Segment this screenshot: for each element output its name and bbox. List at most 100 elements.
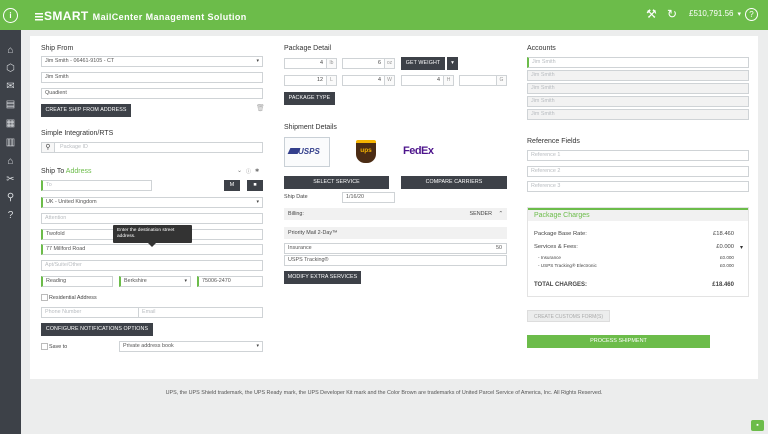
residential-label: Residential Address (49, 295, 97, 301)
weight-lb-field[interactable]: 4 lb (284, 58, 337, 69)
weight-oz-field[interactable]: 6 oz (342, 58, 395, 69)
compare-carriers-button[interactable]: COMPARE CARRIERS (401, 176, 507, 189)
insurance-fee-value: £0.000 (719, 255, 734, 260)
base-rate-row: Package Base Rate: £18.460 (534, 231, 734, 237)
address-m-button[interactable]: M (224, 180, 240, 191)
brand-logo[interactable]: SMART MailCenter Management Solution (35, 9, 247, 23)
package-type-button[interactable]: PACKAGE TYPE (284, 92, 335, 105)
chevron-down-icon: ▾ (737, 11, 742, 18)
tracking-fee-label: - USPS Tracking® Electronic (538, 263, 597, 268)
save-to-checkbox[interactable] (41, 343, 48, 350)
nav-grid-icon[interactable]: ▦ (4, 117, 17, 130)
reference-field-3[interactable]: Reference 3 (527, 181, 749, 192)
width-field[interactable]: 4W (342, 75, 395, 86)
insurance-fee-row: - Insurance £0.000 (538, 255, 734, 260)
attention-field[interactable]: Attention (41, 213, 263, 224)
select-service-button[interactable]: SELECT SERVICE (284, 176, 389, 189)
tools-icon[interactable]: ⚒ (646, 7, 657, 21)
info-small-icon[interactable]: ⓘ (246, 168, 251, 175)
nav-package-icon[interactable]: ⬡ (4, 62, 17, 75)
carrier-usps[interactable]: USPS (284, 137, 330, 167)
account-field-1[interactable]: Jim Smith (527, 57, 749, 68)
girth-field[interactable]: G (459, 75, 507, 86)
modify-extra-services-button[interactable]: MODIFY EXTRA SERVICES (284, 271, 361, 284)
postcode-field[interactable]: 75006-2470 (197, 276, 263, 287)
reference-field-2[interactable]: Reference 2 (527, 166, 749, 177)
width-unit: W (384, 76, 394, 85)
chevron-down-icon: ▾ (451, 60, 454, 66)
chevron-down-icon: ▾ (256, 199, 259, 205)
create-ship-from-button[interactable]: CREATE SHIP FROM ADDRESS (41, 104, 131, 117)
get-weight-dropdown-button[interactable]: ▾ (447, 57, 458, 70)
fees-chevron-down-icon[interactable]: ▾ (740, 244, 743, 251)
accounts-title: Accounts (527, 45, 556, 52)
base-rate-label: Package Base Rate: (534, 231, 587, 237)
base-rate-value: £18.460 (713, 231, 734, 237)
weight-lb-unit: lb (326, 59, 336, 68)
service-row: Priority Mail 2-Day™ (284, 227, 507, 239)
nav-home-icon[interactable]: ⌂ (4, 44, 17, 57)
address-book-value: Private address book (123, 343, 174, 349)
insurance-value: 50 (496, 245, 502, 251)
search-icon[interactable]: ⚲ (41, 142, 55, 153)
account-field-5[interactable]: Jim Smith (527, 109, 749, 120)
account-field-4[interactable]: Jim Smith (527, 96, 749, 107)
footer-trademark-text: UPS, the UPS Shield trademark, the UPS R… (165, 390, 603, 396)
ship-from-account-select[interactable]: Jim Smith - 06461-9105 - CT ▾ (41, 56, 263, 67)
ship-to-name-field[interactable]: To (41, 180, 152, 191)
street2-field[interactable]: Apt/Suite/Other (41, 260, 263, 271)
email-field[interactable]: Email (138, 307, 263, 318)
brand-strong: SMART (44, 9, 89, 23)
residential-checkbox[interactable] (41, 294, 48, 301)
chevron-down-icon: ▾ (256, 343, 259, 349)
nav-mail-icon[interactable]: ✉ (4, 80, 17, 93)
package-id-placeholder: Package ID (60, 144, 88, 150)
process-shipment-button[interactable]: PROCESS SHIPMENT (527, 335, 710, 348)
phone-field[interactable]: Phone Number (41, 307, 152, 318)
reference-field-1[interactable]: Reference 1 (527, 150, 749, 161)
nav-help-icon[interactable]: ? (4, 209, 17, 222)
city-field[interactable]: Reading (41, 276, 113, 287)
carrier-ups[interactable]: UPS (344, 137, 390, 167)
chat-icon[interactable]: ▪ (751, 420, 764, 431)
get-weight-button[interactable]: GET WEIGHT (401, 57, 445, 70)
nav-report-icon[interactable]: ▥ (4, 136, 17, 149)
trash-icon[interactable]: 🗑 (256, 104, 265, 112)
info-icon[interactable]: i (3, 8, 18, 23)
refresh-icon[interactable]: ↻ (667, 7, 677, 21)
settings-icon[interactable]: ✱ (255, 168, 259, 174)
package-id-input[interactable]: Package ID (41, 142, 263, 153)
height-field[interactable]: 4H (401, 75, 454, 86)
fees-value: £0.000 (716, 244, 734, 250)
collapse-icon[interactable]: ⌄ (237, 167, 242, 174)
brand-title: MailCenter Management Solution (92, 12, 247, 22)
nav-building-icon[interactable]: ⌂ (4, 155, 17, 168)
height-value: 4 (437, 77, 440, 83)
nav-list-icon[interactable]: ▤ (4, 98, 17, 111)
address-save-button[interactable]: ■ (247, 180, 263, 191)
length-value: 12 (317, 77, 323, 83)
fees-label: Services & Fees: (534, 244, 578, 250)
length-field[interactable]: 12 L (284, 75, 337, 86)
help-icon[interactable]: ? (745, 8, 758, 21)
insurance-field[interactable]: Insurance 50 (284, 243, 507, 254)
ship-from-name-field[interactable]: Jim Smith (41, 72, 263, 83)
balance-dropdown[interactable]: £510,791.56 ▾ (689, 9, 741, 18)
nav-tools-icon[interactable]: ✂ (4, 173, 17, 186)
address-book-select[interactable]: Private address book ▾ (119, 341, 263, 352)
ship-from-company-field[interactable]: Quadient (41, 88, 263, 99)
country-select[interactable]: UK - United Kingdom ▾ (41, 197, 263, 208)
account-field-2[interactable]: Jim Smith (527, 70, 749, 81)
county-select[interactable]: Berkshire ▾ (119, 276, 191, 287)
street-address-tooltip: Enter the destination street address. (113, 225, 192, 247)
nav-tag-icon[interactable]: ⚲ (4, 191, 17, 204)
tracking-field: USPS Tracking® (284, 255, 507, 266)
configure-notifications-button[interactable]: CONFIGURE NOTIFICATIONS OPTIONS (41, 323, 153, 336)
account-field-3[interactable]: Jim Smith (527, 83, 749, 94)
country-value: UK - United Kingdom (46, 199, 97, 205)
create-customs-forms-button[interactable]: CREATE CUSTOMS FORM(S) (527, 310, 610, 322)
carrier-fedex[interactable]: FedEx (400, 137, 446, 167)
billing-row[interactable]: Billing: SENDER ⌃ (284, 208, 507, 220)
tracking-fee-value: £0.000 (719, 263, 734, 268)
ship-date-field[interactable]: 1/16/20 (342, 192, 395, 203)
